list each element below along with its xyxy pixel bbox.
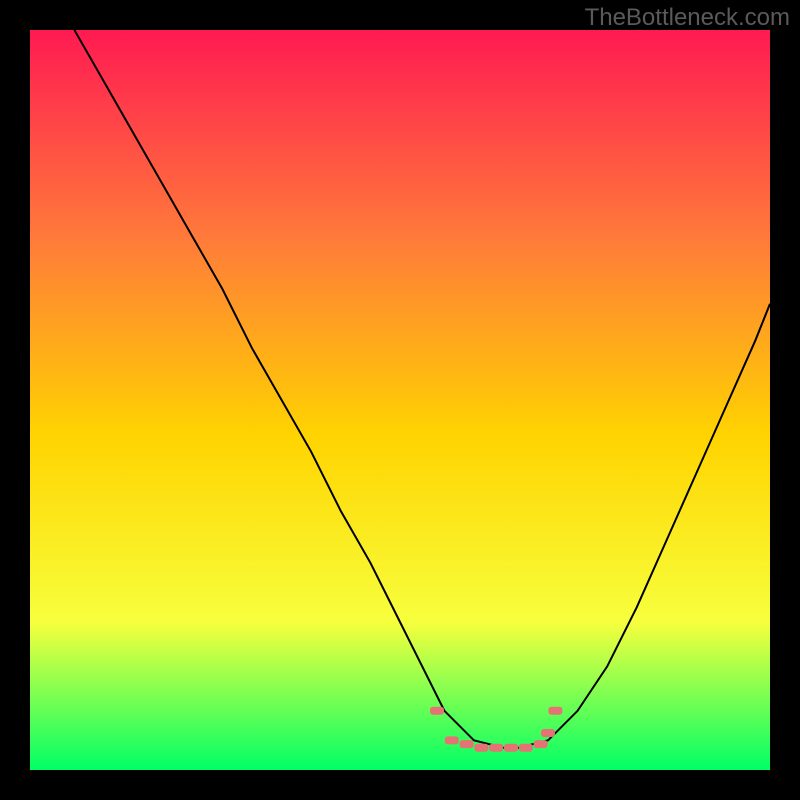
- optimal-marker: [548, 707, 562, 715]
- optimal-marker: [460, 740, 474, 748]
- optimal-marker: [541, 729, 555, 737]
- chart-svg: [30, 30, 770, 770]
- optimal-marker: [445, 736, 459, 744]
- optimal-marker: [489, 744, 503, 752]
- gradient-background: [30, 30, 770, 770]
- optimal-marker: [534, 740, 548, 748]
- optimal-marker: [519, 744, 533, 752]
- optimal-marker: [430, 707, 444, 715]
- chart-container: [30, 30, 770, 770]
- watermark-text: TheBottleneck.com: [585, 4, 790, 32]
- optimal-marker: [504, 744, 518, 752]
- optimal-marker: [474, 744, 488, 752]
